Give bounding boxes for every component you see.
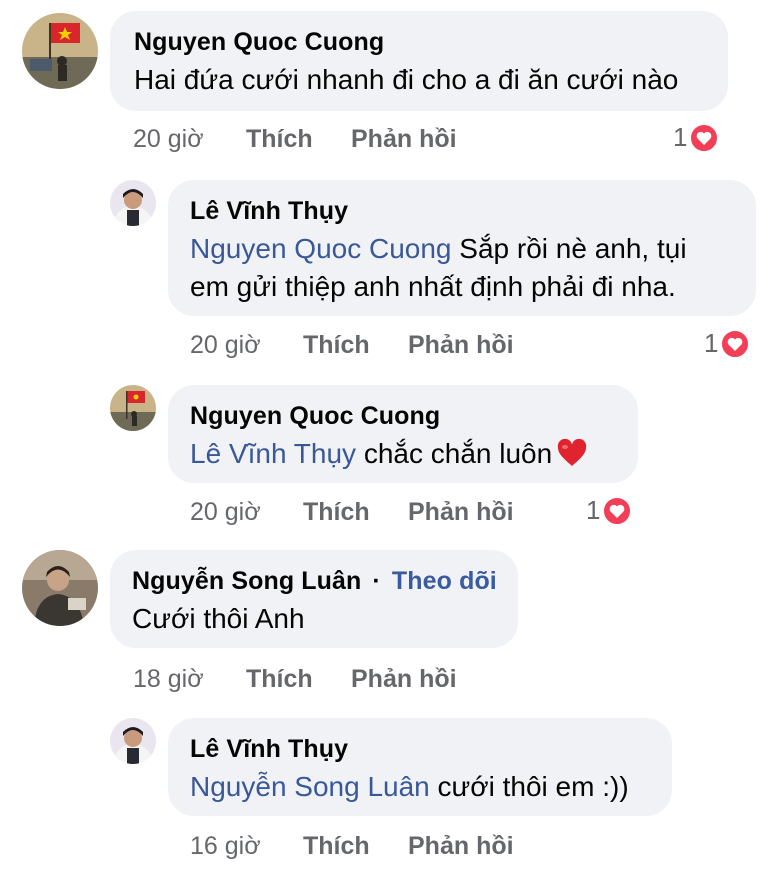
heart-reaction-icon xyxy=(689,122,720,153)
follow-button[interactable]: Theo dõi xyxy=(392,567,497,595)
comment-text: Lê Vĩnh Thụy chắc chắn luôn xyxy=(190,435,588,473)
comment-bubble: Lê Vĩnh Thụy Nguyen Quoc Cuong Sắp rồi n… xyxy=(168,180,756,316)
comment-text-body: chắc chắn luôn xyxy=(356,438,553,469)
avatar[interactable] xyxy=(22,550,98,626)
avatar[interactable] xyxy=(110,718,156,764)
comment-bubble: Nguyen Quoc Cuong Hai đứa cưới nhanh đi … xyxy=(110,11,728,111)
reply-button[interactable]: Phản hồi xyxy=(408,832,514,861)
avatar[interactable] xyxy=(22,13,98,89)
reply-button[interactable]: Phản hồi xyxy=(408,331,514,360)
comment-time[interactable]: 20 giờ xyxy=(133,125,204,154)
reaction-count: 1 xyxy=(673,122,688,152)
comment-text-line: em gửi thiệp anh nhất định phải đi nha. xyxy=(190,271,676,302)
comment-bubble: Lê Vĩnh Thụy Nguyễn Song Luân cưới thôi … xyxy=(168,718,672,816)
comment-text-line: Sắp rồi nè anh, tụi xyxy=(451,233,687,264)
reaction-summary[interactable]: 1 xyxy=(586,495,633,526)
like-button[interactable]: Thích xyxy=(246,665,313,694)
comment-text: Nguyen Quoc Cuong Sắp rồi nè anh, tụi em… xyxy=(190,230,750,306)
heart-reaction-icon xyxy=(720,328,751,359)
reply-button[interactable]: Phản hồi xyxy=(351,665,457,694)
reaction-summary[interactable]: 1 xyxy=(704,328,751,359)
comment-author[interactable]: Nguyen Quoc Cuong xyxy=(190,402,440,431)
comment-bubble: Nguyen Quoc Cuong Lê Vĩnh Thụy chắc chắn… xyxy=(168,385,638,483)
comment-text-body: cưới thôi em :)) xyxy=(429,771,629,802)
comment-author[interactable]: Nguyễn Song Luân xyxy=(132,567,361,595)
comment-author[interactable]: Lê Vĩnh Thụy xyxy=(190,197,348,226)
reaction-count: 1 xyxy=(586,495,601,525)
avatar[interactable] xyxy=(110,385,156,431)
separator-dot: · xyxy=(372,567,381,595)
like-button[interactable]: Thích xyxy=(303,498,370,527)
comment-time[interactable]: 16 giờ xyxy=(190,832,261,861)
like-button[interactable]: Thích xyxy=(246,125,313,154)
reaction-summary[interactable]: 1 xyxy=(673,122,720,153)
comment-time[interactable]: 20 giờ xyxy=(190,498,261,527)
heart-reaction-icon xyxy=(602,495,633,526)
reply-button[interactable]: Phản hồi xyxy=(408,498,514,527)
like-button[interactable]: Thích xyxy=(303,832,370,861)
comment-time[interactable]: 18 giờ xyxy=(133,665,204,694)
like-button[interactable]: Thích xyxy=(303,331,370,360)
mention-link[interactable]: Lê Vĩnh Thụy xyxy=(190,438,356,469)
comment-time[interactable]: 20 giờ xyxy=(190,331,261,360)
comment-text: Cưới thôi Anh xyxy=(132,603,305,634)
mention-link[interactable]: Nguyễn Song Luân xyxy=(190,771,430,802)
comment-text: Nguyễn Song Luân cưới thôi em :)) xyxy=(190,768,629,806)
comment-author[interactable]: Nguyen Quoc Cuong xyxy=(134,28,384,57)
comment-bubble: Nguyễn Song Luân · Theo dõi Cưới thôi An… xyxy=(110,550,518,648)
comment-author-row: Nguyễn Song Luân · Theo dõi xyxy=(132,567,497,596)
reply-button[interactable]: Phản hồi xyxy=(351,125,457,154)
reaction-count: 1 xyxy=(704,328,719,358)
red-heart-emoji-icon xyxy=(556,437,588,469)
comment-text: Hai đứa cưới nhanh đi cho a đi ăn cưới n… xyxy=(134,64,679,95)
mention-link[interactable]: Nguyen Quoc Cuong xyxy=(190,233,452,264)
avatar[interactable] xyxy=(110,180,156,226)
comment-author[interactable]: Lê Vĩnh Thụy xyxy=(190,735,348,764)
